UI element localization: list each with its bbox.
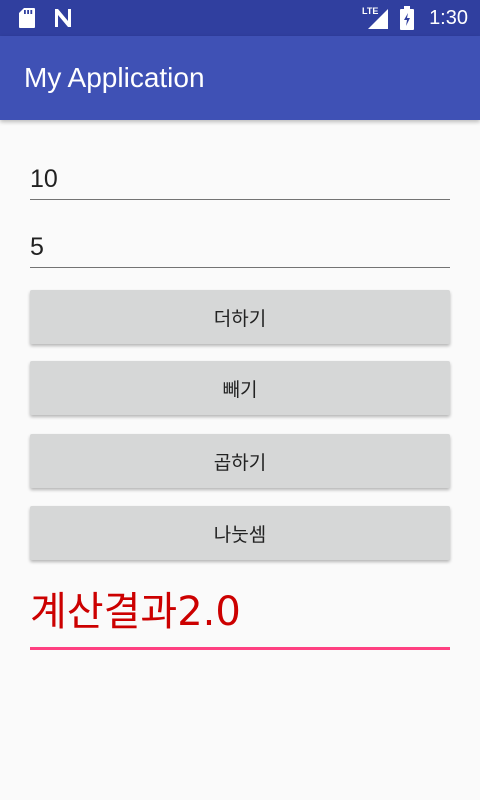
status-clock: 1:30 bbox=[429, 7, 468, 29]
first-number-input[interactable] bbox=[30, 160, 450, 200]
add-button[interactable]: 더하기 bbox=[30, 290, 450, 344]
app-title: My Application bbox=[24, 62, 205, 93]
battery-icon bbox=[400, 6, 414, 30]
app-bar: My Application bbox=[0, 36, 480, 120]
status-bar: LTE 1:30 bbox=[0, 0, 480, 36]
multiply-button-label: 곱하기 bbox=[213, 451, 267, 474]
divide-button[interactable]: 나눗셈 bbox=[30, 506, 450, 560]
sd-card-icon bbox=[19, 8, 35, 28]
network-type-label: LTE bbox=[362, 6, 378, 16]
subtract-button-label: 빼기 bbox=[222, 378, 258, 401]
result-text: 계산결과2.0 bbox=[30, 589, 241, 635]
multiply-button[interactable]: 곱하기 bbox=[30, 434, 450, 488]
n-notification-icon bbox=[55, 9, 71, 27]
subtract-button[interactable]: 빼기 bbox=[30, 361, 450, 415]
second-number-input[interactable] bbox=[30, 228, 450, 268]
signal-icon: LTE bbox=[362, 6, 388, 29]
result-field[interactable]: 계산결과2.0 bbox=[30, 578, 450, 650]
add-button-label: 더하기 bbox=[213, 307, 267, 330]
divide-button-label: 나눗셈 bbox=[213, 523, 267, 546]
